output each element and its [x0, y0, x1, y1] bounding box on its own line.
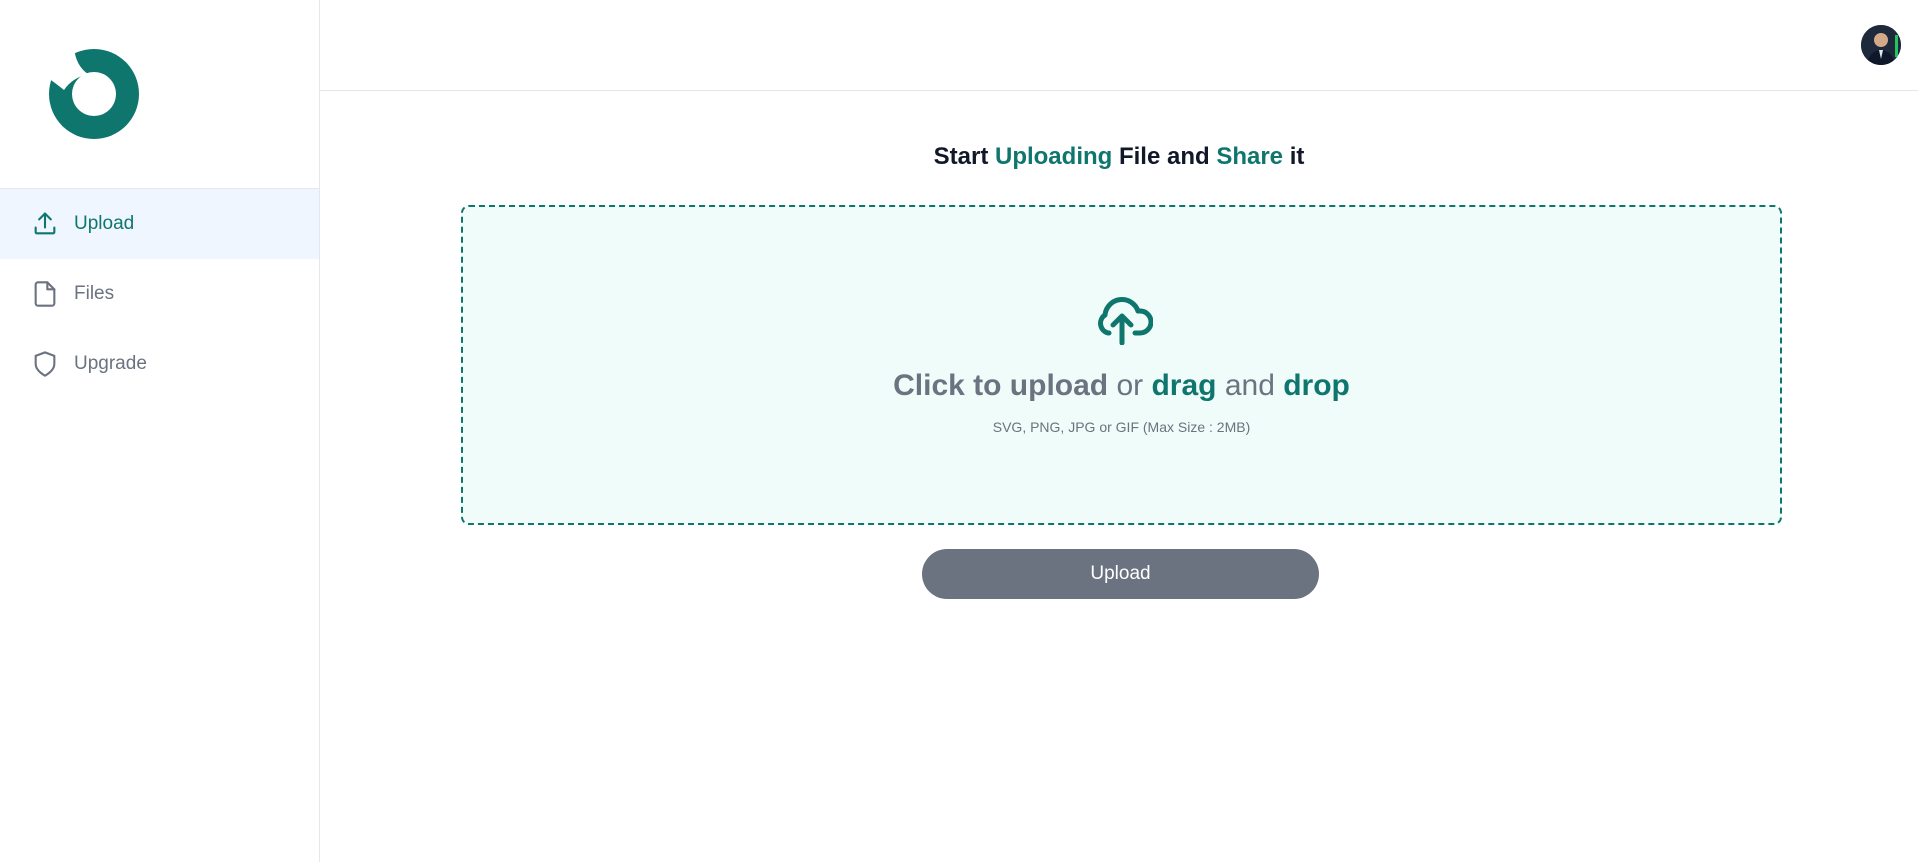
sidebar: Upload Files Upgrade	[0, 0, 320, 862]
title-text: File and	[1112, 143, 1217, 170]
title-accent-share: Share	[1216, 143, 1284, 170]
brand-logo[interactable]	[48, 48, 140, 140]
top-header	[320, 0, 1918, 91]
user-avatar-image	[1861, 25, 1901, 65]
sidebar-item-label: Files	[74, 283, 115, 304]
page-title: Start Uploading File and Share it	[320, 143, 1918, 171]
title-accent-uploading: Uploading	[994, 143, 1113, 170]
main-content: Start Uploading File and Share it Click …	[320, 91, 1918, 862]
drag-text: drag	[1151, 369, 1217, 402]
sidebar-item-upload[interactable]: Upload	[0, 189, 319, 259]
file-icon	[34, 281, 56, 307]
cloud-upload-icon	[1098, 297, 1153, 345]
drop-text: drop	[1283, 369, 1350, 402]
sidebar-item-upgrade[interactable]: Upgrade	[0, 329, 319, 399]
shield-icon	[34, 351, 56, 377]
file-type-hint: SVG, PNG, JPG or GIF (Max Size : 2MB)	[992, 419, 1251, 435]
title-text: it	[1283, 143, 1305, 170]
sidebar-item-files[interactable]: Files	[0, 259, 319, 329]
logo-area	[0, 0, 319, 189]
title-text: Start	[933, 143, 995, 170]
dropzone-text: or	[1108, 369, 1152, 402]
upload-button[interactable]: Upload	[922, 549, 1319, 599]
dropzone-instruction: Click to upload or drag and drop	[463, 369, 1780, 403]
upload-icon	[34, 212, 56, 235]
dropzone-text: and	[1216, 369, 1284, 402]
sidebar-item-label: Upgrade	[74, 353, 147, 374]
file-dropzone[interactable]: Click to upload or drag and drop SVG, PN…	[461, 205, 1782, 525]
avatar[interactable]	[1861, 25, 1901, 65]
sidebar-nav: Upload Files Upgrade	[0, 189, 319, 399]
sidebar-item-label: Upload	[74, 213, 135, 234]
click-to-upload-text: Click to upload	[893, 369, 1109, 402]
